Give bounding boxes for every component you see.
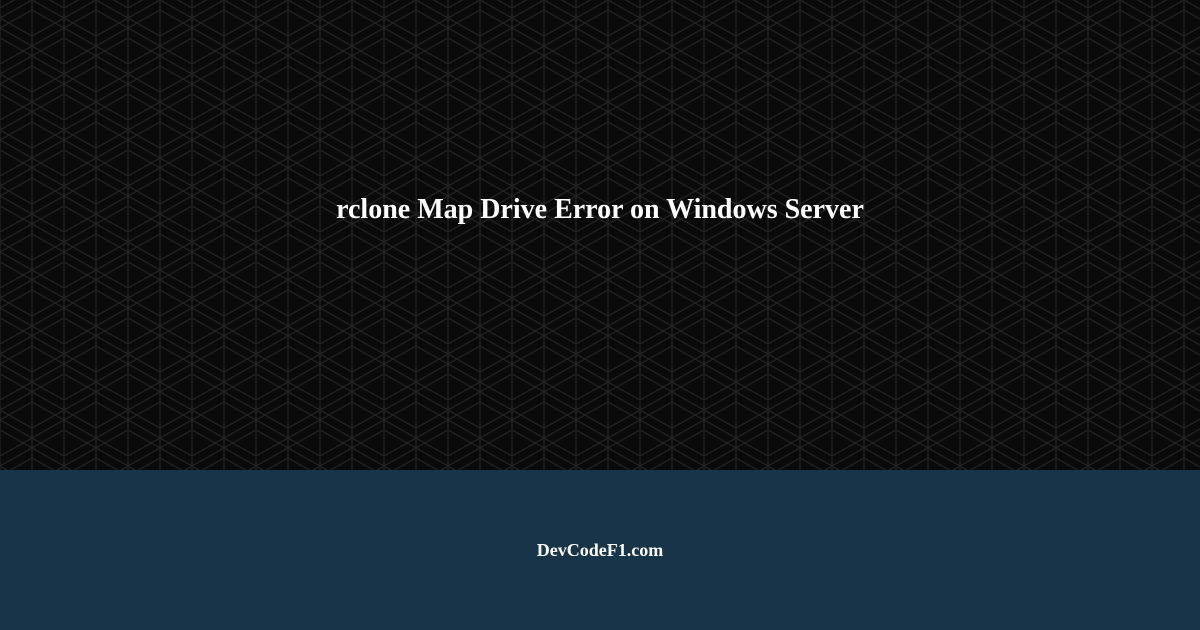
page-container: rclone Map Drive Error on Windows Server…	[0, 0, 1200, 630]
footer-section: DevCodeF1.com	[0, 470, 1200, 630]
hero-section: rclone Map Drive Error on Windows Server	[0, 0, 1200, 470]
cube-pattern-background	[0, 0, 1200, 470]
site-name: DevCodeF1.com	[537, 540, 663, 561]
page-title: rclone Map Drive Error on Windows Server	[296, 194, 904, 226]
